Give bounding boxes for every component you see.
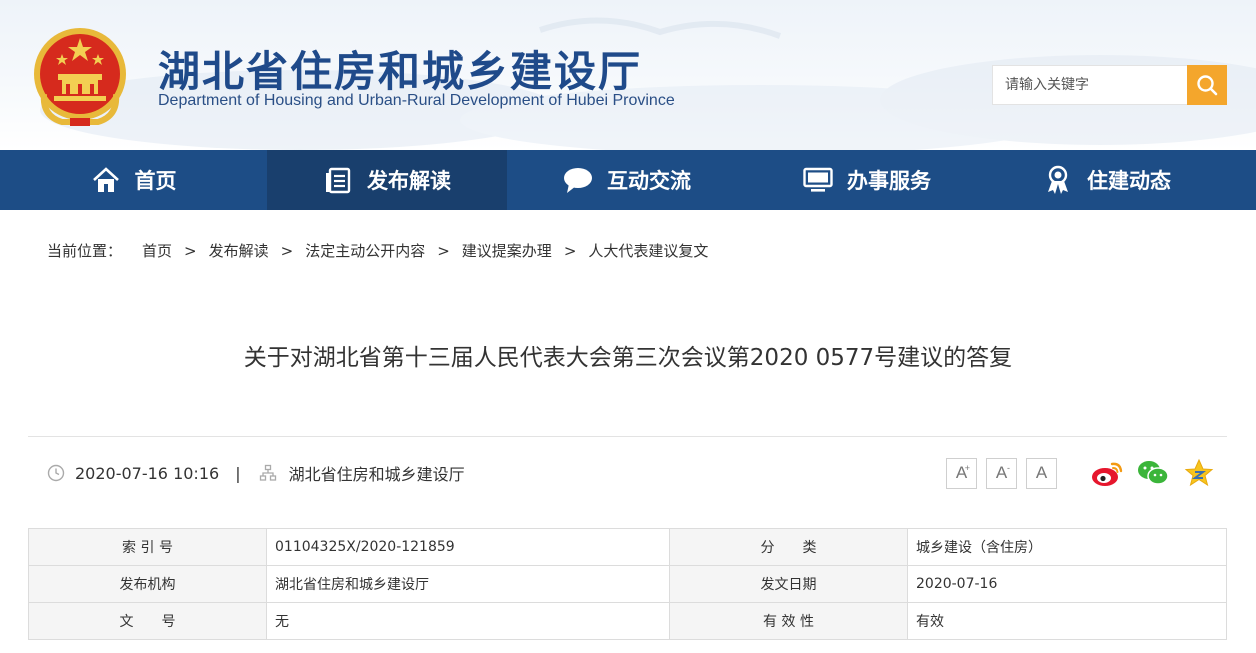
search-input[interactable] (992, 65, 1188, 105)
article-meta: 2020-07-16 10:16 | 湖北省住房和城乡建设厅 (47, 460, 465, 486)
nav-label: 互动交流 (607, 169, 691, 193)
nav-label: 首页 (134, 169, 177, 193)
monitor-icon (803, 165, 833, 195)
breadcrumb-separator: > (563, 241, 577, 260)
nav-item-news[interactable]: 住建动态 (987, 150, 1227, 210)
validity-value: 有效 (907, 602, 1227, 640)
category-value: 城乡建设（含住房） (907, 528, 1227, 566)
home-icon (91, 165, 121, 195)
article-source: 湖北省住房和城乡建设厅 (288, 465, 465, 484)
breadcrumb-item-proposals[interactable]: 建议提案办理 (462, 240, 552, 261)
issue-date-label: 发文日期 (669, 565, 908, 603)
nav-item-publish[interactable]: 发布解读 (267, 150, 507, 210)
validity-label: 有 效 性 (669, 602, 908, 640)
clock-icon (47, 464, 65, 482)
publisher-value: 湖北省住房和城乡建设厅 (266, 565, 670, 603)
document-info-table: 索 引 号 01104325X/2020-121859 分 类 城乡建设（含住房… (28, 528, 1227, 640)
divider (28, 436, 1227, 437)
table-row: 发布机构 湖北省住房和城乡建设厅 发文日期 2020-07-16 (28, 565, 1227, 603)
breadcrumb: 当前位置： 首页 > 发布解读 > 法定主动公开内容 > 建议提案办理 > 人大… (47, 240, 708, 261)
font-reset-button[interactable]: A (1026, 457, 1057, 489)
site-title[interactable]: 湖北省住房和城乡建设厅 (158, 38, 642, 99)
document-number-value: 无 (266, 602, 670, 640)
table-row: 索 引 号 01104325X/2020-121859 分 类 城乡建设（含住房… (28, 528, 1227, 566)
font-increase-button[interactable]: A + (946, 457, 977, 489)
font-decrease-button[interactable]: A- (986, 457, 1017, 489)
national-emblem-icon (34, 28, 126, 126)
share-bar (1090, 457, 1228, 489)
site-subtitle: Department of Housing and Urban-Rural De… (158, 92, 675, 109)
breadcrumb-separator: > (280, 241, 294, 260)
publish-datetime: 2020-07-16 10:16 (75, 463, 220, 483)
nav-label: 办事服务 (847, 169, 931, 193)
award-icon (1043, 165, 1073, 195)
breadcrumb-item-home[interactable]: 首页 (142, 240, 172, 261)
breadcrumb-separator: > (437, 241, 450, 260)
category-label: 分 类 (669, 528, 908, 566)
favorite-star-icon[interactable] (1182, 457, 1216, 489)
document-list-icon (323, 165, 353, 195)
index-number-label: 索 引 号 (28, 528, 267, 566)
article-tools: A + A- A (946, 457, 1228, 489)
wechat-icon[interactable] (1136, 457, 1170, 489)
breadcrumb-label: 当前位置： (47, 242, 123, 260)
search-button[interactable] (1187, 65, 1227, 105)
nav-item-services[interactable]: 办事服务 (747, 150, 987, 210)
nav-item-home[interactable]: 首页 (0, 150, 267, 210)
nav-item-interaction[interactable]: 互动交流 (507, 150, 747, 210)
chat-bubble-icon (563, 165, 593, 195)
index-number-value: 01104325X/2020-121859 (266, 528, 670, 566)
document-number-label: 文 号 (28, 602, 267, 640)
meta-separator: | (235, 463, 241, 483)
breadcrumb-item-replies[interactable]: 人大代表建议复文 (588, 240, 708, 261)
table-row: 文 号 无 有 效 性 有效 (28, 602, 1227, 640)
site-header: 湖北省住房和城乡建设厅 Department of Housing and Ur… (0, 0, 1256, 150)
organization-icon (259, 464, 276, 481)
article-title: 关于对湖北省第十三届人民代表大会第三次会议第2020 0577号建议的答复 (243, 345, 1013, 371)
main-nav: 首页 发布解读 互动交流 办事服务 住建动态 (0, 150, 1256, 210)
nav-label: 发布解读 (367, 169, 451, 193)
breadcrumb-separator: > (184, 241, 197, 260)
breadcrumb-item-statutory[interactable]: 法定主动公开内容 (305, 240, 425, 261)
nav-label: 住建动态 (1087, 169, 1171, 193)
search-icon (1197, 75, 1218, 96)
search-box (992, 65, 1227, 105)
publisher-label: 发布机构 (28, 565, 267, 603)
breadcrumb-item-publish[interactable]: 发布解读 (209, 240, 269, 261)
weibo-icon[interactable] (1090, 457, 1124, 489)
issue-date-value: 2020-07-16 (907, 565, 1227, 603)
